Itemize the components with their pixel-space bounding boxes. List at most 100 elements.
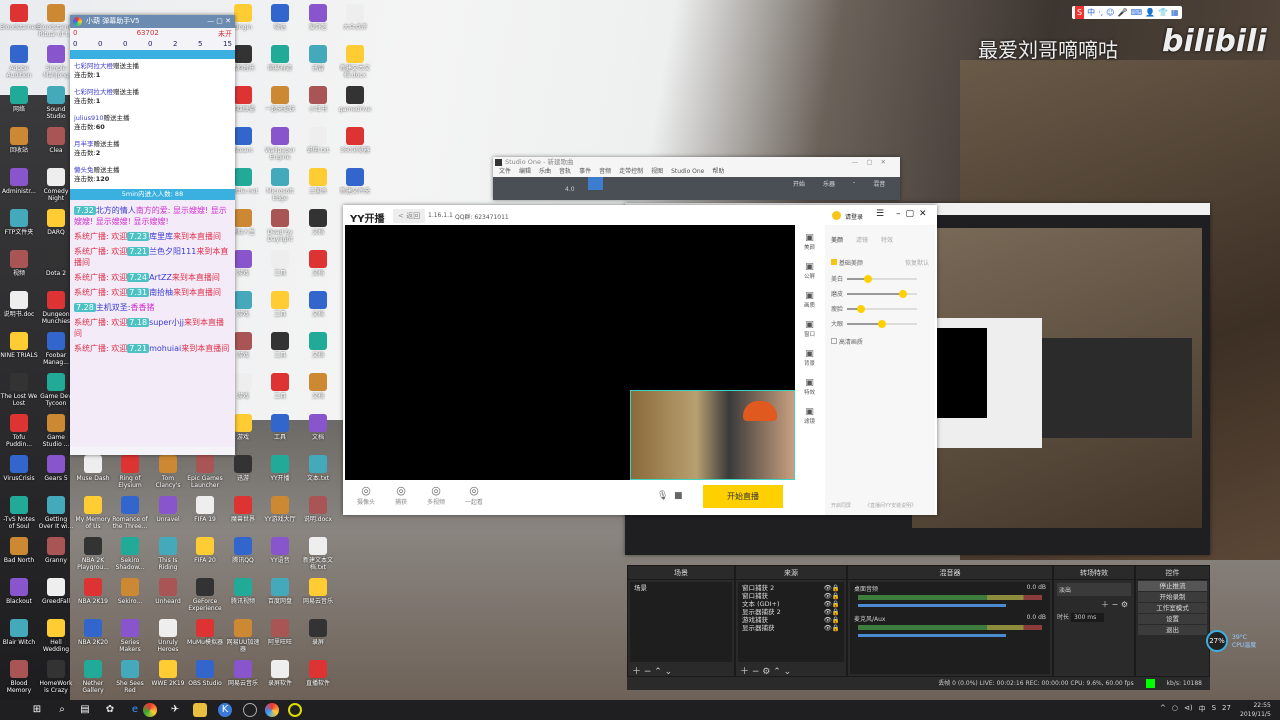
menu-item[interactable]: 编辑	[519, 167, 531, 177]
desktop-icon[interactable]: YY语音	[261, 537, 299, 564]
desktop-icon[interactable]: 录屏软件	[261, 660, 299, 687]
desktop-icon[interactable]: 百度网盘	[261, 578, 299, 605]
desktop-icon[interactable]: GreedFall	[37, 578, 75, 605]
desktop-icon[interactable]: NBA 2K19	[74, 578, 112, 605]
desktop-icon[interactable]: Hell Wedding	[37, 619, 75, 653]
source-button[interactable]: ◎ 一起看	[465, 484, 483, 506]
beauty-tab[interactable]: 特效	[881, 235, 893, 244]
beauty-slider[interactable]: 大眼	[825, 316, 935, 331]
desktop-icon[interactable]: Sekiro Shadow...	[111, 537, 149, 571]
desktop-icon[interactable]: Microsoft Edge	[261, 168, 299, 202]
transition-select[interactable]: 淡出	[1057, 583, 1131, 596]
desktop-icon[interactable]: 网易云音乐	[224, 660, 262, 687]
desktop-icon[interactable]: 大众点评	[336, 4, 374, 31]
source-item[interactable]: 文本 (GDI+) 👁🔒	[742, 600, 840, 608]
desktop-icon[interactable]: Blood Memory	[0, 660, 38, 694]
desktop-icon[interactable]: 网易有道	[261, 45, 299, 72]
start-live-button[interactable]: 开始直播	[703, 485, 783, 508]
desktop-icon[interactable]: 文本.txt	[299, 455, 337, 482]
desktop-icon[interactable]: Sekiro...	[111, 578, 149, 605]
ime-toolbar-item[interactable]: ·,	[1098, 6, 1103, 19]
side-nav-item[interactable]: ▣ 背景	[797, 349, 822, 378]
clock[interactable]: 22:55 2019/11/5	[1240, 701, 1271, 719]
tray-icon[interactable]: ^	[1160, 704, 1166, 714]
side-nav-item[interactable]: ▣ 窗口	[797, 320, 822, 349]
desktop-icon[interactable]: Blackout	[0, 578, 38, 605]
control-button[interactable]: 停止推流	[1138, 581, 1207, 591]
desktop-icon[interactable]: 网易UU加速器	[224, 619, 262, 653]
edge-browser-icon[interactable]: e	[128, 703, 142, 717]
user-name[interactable]: super小jj	[149, 318, 184, 327]
user-name[interactable]: ArtZZ	[149, 273, 172, 282]
side-nav-item[interactable]: ▣ 画质	[797, 291, 822, 320]
ime-toolbar-item[interactable]: ▦	[1171, 6, 1179, 19]
duration-input[interactable]: 300 ms	[1070, 613, 1105, 622]
desktop-icon[interactable]: Bloodstained	[0, 4, 39, 31]
slider-track[interactable]	[847, 289, 918, 298]
desktop-icon[interactable]: gamedrive	[336, 86, 374, 113]
desktop-icon[interactable]: VirusCrisis	[0, 455, 38, 482]
desktop-icon[interactable]: 新建文本文档.docx	[336, 45, 374, 79]
user-name[interactable]: mohuiai	[149, 344, 181, 353]
sogou-ime-toolbar[interactable]: S 中 ·, ☺ 🎤 ⌨ 👤 👕 ▦	[1072, 6, 1182, 19]
back-button[interactable]: < 返回	[393, 209, 426, 223]
gift-user[interactable]: julius910	[74, 114, 103, 122]
chat-message-list[interactable]: 7.32 北方的情人南方的爱: 显示嫂嫂! 显示嫂嫂! 显示嫂嫂! 显示嫂嫂! 系统…	[70, 200, 235, 447]
gift-user[interactable]: 懒头兔	[74, 166, 94, 174]
scene-item[interactable]: 场景	[634, 584, 728, 592]
beauty-tab[interactable]: 滤镜	[856, 235, 868, 244]
source-item[interactable]: 显示器捕获 👁🔒	[742, 624, 840, 632]
desktop-icon[interactable]: Romance of the Three...	[111, 496, 149, 530]
side-nav-item[interactable]: ▣ 美颜	[797, 233, 822, 262]
tray-icon[interactable]: ⊲)	[1184, 704, 1193, 714]
tempo-value[interactable]: 4.0	[565, 186, 575, 193]
gift-user[interactable]: 七彩阿拉大橙	[74, 88, 113, 96]
desktop-icon[interactable]: HomeWork is Crazy	[37, 660, 75, 694]
beauty-slider[interactable]: 美白	[825, 271, 935, 286]
app-icon[interactable]: ✿	[103, 703, 117, 717]
screen-share-link[interactable]: 开启同屏	[831, 502, 851, 509]
control-button[interactable]: 退出	[1138, 625, 1207, 635]
desktop-icon[interactable]: 文档	[299, 373, 337, 400]
slider-track[interactable]	[847, 319, 918, 328]
desktop-icon[interactable]: 一起来捉妖	[261, 86, 299, 113]
slider-track[interactable]	[847, 304, 918, 313]
desktop-icon[interactable]: 阿里旺旺	[261, 619, 299, 646]
game-app-icon[interactable]: ✈	[168, 703, 182, 717]
menu-item[interactable]: Studio One	[671, 167, 704, 177]
side-nav-item[interactable]: ▣ 滤镜	[797, 407, 822, 436]
desktop-icon[interactable]: 回收站	[0, 127, 38, 154]
desktop-icon[interactable]: 直播软件	[299, 660, 337, 687]
desktop-icon[interactable]: 工具	[261, 291, 299, 318]
desktop-icon[interactable]: 文档	[299, 332, 337, 359]
toolbar-button[interactable]: -	[853, 179, 855, 188]
window-controls[interactable]: —▢✕	[852, 157, 894, 167]
desktop-icon[interactable]: This Is Riding	[149, 537, 187, 571]
desktop-icon[interactable]: OBS Studio	[186, 660, 224, 687]
user-name[interactable]: 兰色夕阳111	[149, 247, 196, 256]
desktop-icon[interactable]: Administr...	[0, 168, 38, 195]
volume-slider[interactable]	[858, 634, 1006, 637]
visibility-eye-lock-icon[interactable]: 👁🔒	[824, 616, 840, 624]
tray-icon[interactable]: 中	[1199, 704, 1206, 714]
menu-item[interactable]: 走带控制	[619, 167, 643, 177]
scene-buttons[interactable]: ＋ − ⌃ ⌄	[628, 664, 734, 677]
side-nav-item[interactable]: ▣ 特效	[797, 378, 822, 407]
hd-checkbox[interactable]	[831, 338, 837, 344]
toolbar-button[interactable]: 混音	[873, 179, 885, 188]
control-button[interactable]: 工作室模式	[1138, 603, 1207, 613]
desktop-icon[interactable]: Unheard	[149, 578, 187, 605]
desktop-icon[interactable]: 工具	[261, 414, 299, 441]
desktop-icon[interactable]: Tom Clancy's	[149, 455, 187, 489]
desktop-icon[interactable]: GeForce Experience	[186, 578, 224, 612]
desktop-icon[interactable]: 工具	[261, 373, 299, 400]
camera-icon[interactable]: ■	[674, 491, 683, 501]
desktop-icon[interactable]: 360浏览器	[336, 127, 374, 154]
task-view-icon[interactable]: ▤	[78, 703, 92, 717]
desktop-icon[interactable]: Unravel	[149, 496, 187, 523]
ime-toolbar-item[interactable]: 👕	[1158, 6, 1168, 19]
source-item[interactable]: 显示器捕获 2 👁🔒	[742, 608, 840, 616]
desktop-icon[interactable]: 三国杀	[299, 168, 337, 195]
tray-icon[interactable]: S	[1212, 704, 1216, 714]
help-link[interactable]: 《直播间YY安装说明》	[865, 502, 916, 509]
